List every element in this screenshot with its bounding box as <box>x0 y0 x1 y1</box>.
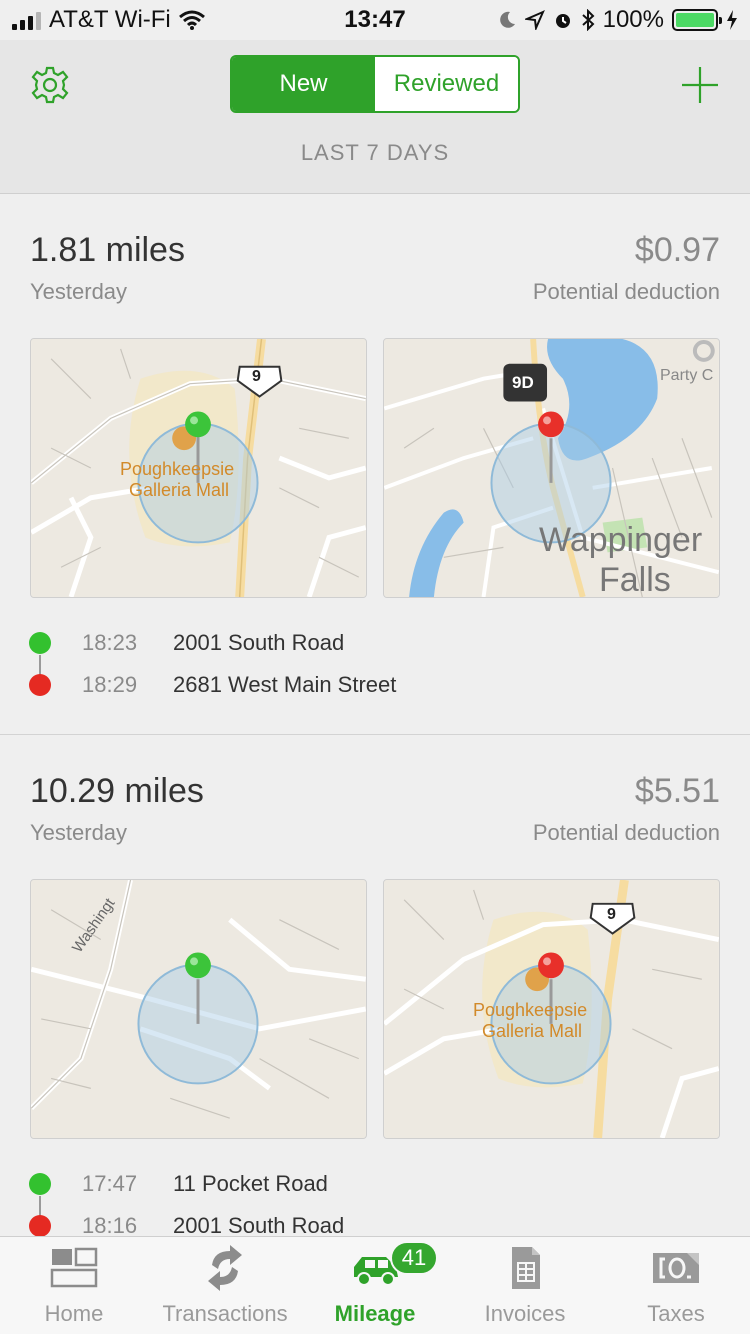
end-map[interactable]: 9D Party C Wappinger Falls <box>383 338 720 598</box>
map-place-label: Galleria Mall <box>482 1021 583 1041</box>
location-arrow-icon <box>524 10 545 30</box>
route-shield-label: 9D <box>512 373 534 392</box>
start-dot <box>29 1173 51 1195</box>
end-dot <box>29 1215 51 1237</box>
tab-home[interactable]: Home <box>0 1237 148 1334</box>
bluetooth-icon <box>581 9 595 31</box>
alarm-icon <box>555 14 570 28</box>
trip-miles: 1.81 miles <box>30 231 185 269</box>
trip-date: Yesterday <box>30 279 128 304</box>
gear-icon[interactable] <box>30 65 70 105</box>
header: New Reviewed LAST 7 DAYS <box>0 40 750 194</box>
start-dot <box>29 632 51 654</box>
tab-mileage[interactable]: 41 Mileage <box>302 1237 448 1334</box>
plus-icon[interactable] <box>680 65 720 105</box>
deduction-label: Potential deduction <box>532 279 720 304</box>
trip-amount: $0.97 <box>634 231 720 269</box>
tab-label: Transactions <box>162 1301 288 1326</box>
segmented-control: New Reviewed <box>230 55 520 113</box>
stop-address: 2001 South Road <box>173 630 345 655</box>
taxes-icon <box>653 1253 699 1283</box>
stop-end: 18:29 2681 West Main Street <box>0 667 750 703</box>
tab-label: Mileage <box>334 1301 416 1326</box>
tab-invoices[interactable]: Invoices <box>448 1237 602 1334</box>
trip-miles: 10.29 miles <box>30 772 204 810</box>
segment-new[interactable]: New <box>232 57 375 111</box>
stop-time: 18:29 <box>82 672 138 697</box>
stop-address: 2681 West Main Street <box>173 672 397 697</box>
map-town-label: Falls <box>599 561 671 598</box>
map-place-label: Galleria Mall <box>129 480 230 500</box>
trip-amount: $5.51 <box>634 772 720 810</box>
period-label: LAST 7 DAYS <box>300 140 450 165</box>
battery-percent: 100% <box>602 6 664 33</box>
status-right: 100% <box>497 6 738 34</box>
deduction-label: Potential deduction <box>532 820 720 845</box>
status-bar: AT&T Wi-Fi 13:47 100% <box>0 0 750 40</box>
tab-label: Home <box>44 1301 104 1326</box>
charging-bolt-icon <box>727 10 737 30</box>
moon-icon <box>499 11 515 28</box>
end-dot <box>29 674 51 696</box>
poi-label: Party C <box>660 367 714 384</box>
map-town-label: Wappinger <box>539 521 703 559</box>
stop-start: 17:47 11 Pocket Road <box>0 1166 750 1202</box>
map-place-label: Poughkeepsie <box>120 459 235 479</box>
stop-address: 11 Pocket Road <box>173 1171 328 1196</box>
mileage-badge: 41 <box>390 1241 438 1275</box>
trip-card[interactable]: 10.29 miles Yesterday $5.51 Potential de… <box>0 736 750 1238</box>
stop-start: 18:23 2001 South Road <box>0 625 750 661</box>
stop-time: 17:47 <box>82 1171 138 1196</box>
trip-date: Yesterday <box>30 820 128 845</box>
map-place-label: Poughkeepsie <box>473 1000 588 1020</box>
tab-label: Taxes <box>647 1301 705 1326</box>
stop-time: 18:23 <box>82 630 138 655</box>
tab-taxes[interactable]: Taxes <box>602 1237 750 1334</box>
end-map[interactable]: 9 Poughkeepsie Galleria Mall <box>383 879 720 1139</box>
route-shield-label: 9 <box>607 906 616 923</box>
tab-label: Invoices <box>484 1301 566 1326</box>
start-map[interactable]: Washingt <box>30 879 367 1139</box>
start-map[interactable]: 9 Poughkeepsie Galleria Mall <box>30 338 367 598</box>
segment-reviewed[interactable]: Reviewed <box>375 57 518 111</box>
battery-icon <box>672 9 722 31</box>
transactions-icon <box>208 1245 242 1291</box>
invoice-icon <box>512 1247 540 1289</box>
route-shield-label: 9 <box>252 368 261 385</box>
trip-card[interactable]: 1.81 miles Yesterday $0.97 Potential ded… <box>0 195 750 735</box>
tab-transactions[interactable]: Transactions <box>148 1237 302 1334</box>
home-icon <box>50 1247 98 1288</box>
tab-bar: Home Transactions 41 Mileage Invoices Ta… <box>0 1236 750 1334</box>
